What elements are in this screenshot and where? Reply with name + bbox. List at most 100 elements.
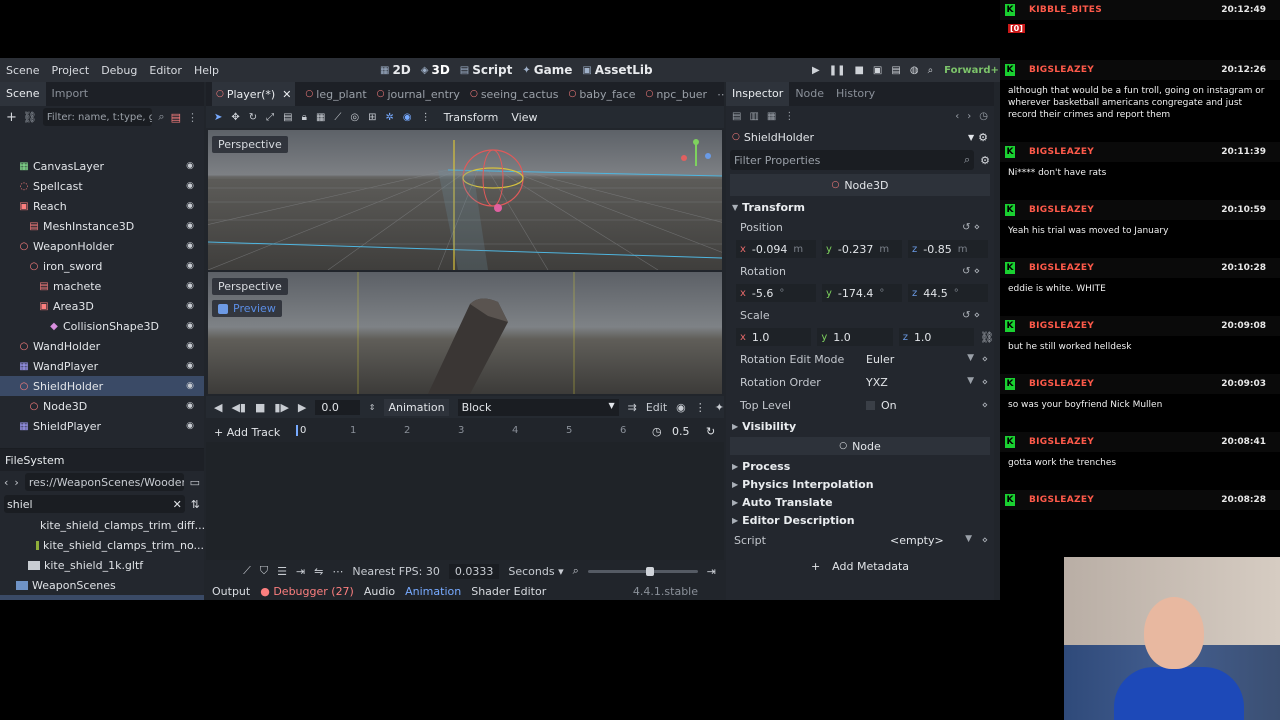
visibility-eye-icon[interactable]: ◉ [186,401,194,411]
tree-node[interactable]: ○ ShieldHolder ◉ [0,376,204,396]
ruler-icon[interactable]: ⟋ [334,112,341,123]
revert-icon[interactable]: ↺ ⋄ [962,310,980,321]
snap-mode-icon[interactable]: ⋯ [332,565,343,578]
viewport-3d-bottom[interactable]: Perspective Preview [208,272,722,394]
animation-dropdown[interactable]: Block ▼ [457,398,619,416]
back-icon[interactable]: ‹ [4,476,8,489]
script-dropdown[interactable]: <empty> ▼ [890,534,972,547]
tab-import[interactable]: Import [46,82,95,106]
new-resource-icon[interactable]: ▤ [732,111,741,122]
scene-tab[interactable]: ○ journal_entry [377,88,460,101]
tab-scene[interactable]: Scene [0,82,46,106]
snap-icon[interactable]: ⊞ [368,112,376,123]
menu-help[interactable]: Help [188,64,225,77]
position-y-field[interactable]: y -0.237 m [822,240,902,258]
scene-tab[interactable]: ○ baby_face [568,88,635,101]
filter-properties-input[interactable]: Filter Properties ⌕ [730,150,975,170]
inspector-menu-icon[interactable]: ⋮ [784,111,794,122]
viewport-top-perspective-label[interactable]: Perspective [212,136,288,153]
sun-icon[interactable]: ◉ [403,112,412,123]
position-x-field[interactable]: x -0.094 m [736,240,816,258]
pin-icon[interactable]: ✦ [715,401,724,414]
tree-node[interactable]: ▤ MeshInstance3D ◉ [0,216,204,236]
inspected-object[interactable]: ○ ShieldHolder ▼ ⚙ [726,126,994,148]
animation-edit-menu[interactable]: Edit [646,401,667,414]
add-node-icon[interactable]: + [6,110,17,125]
add-metadata-button[interactable]: + Add Metadata [805,556,915,576]
list-select-icon[interactable]: ▤ [283,112,292,123]
menu-scene[interactable]: Scene [0,64,46,77]
filesystem-path-input[interactable]: res://WeaponScenes/WoodenS [24,473,184,491]
visibility-eye-icon[interactable]: ◉ [186,181,194,191]
scene-tab[interactable]: ○ seeing_cactus [470,88,559,101]
tab-3d[interactable]: ◈ 3D [421,63,450,77]
select-tool-icon[interactable]: ➤ [214,112,222,123]
history-back-icon[interactable]: ‹ [955,111,959,122]
tab-inspector[interactable]: Inspector [726,82,790,106]
filesystem-item[interactable]: kite_shield_1k.gltf [0,555,204,575]
movie-icon[interactable]: ◍ [910,65,919,76]
position-z-field[interactable]: z -0.85 m [908,240,988,258]
close-tab-icon[interactable]: ✕ [282,88,291,101]
play-backwards-icon[interactable]: ◀▮ [231,401,246,414]
filesystem-item[interactable]: kite_shield_clamps_trim_no... [0,535,204,555]
stepper-icon[interactable]: ⇕ [369,403,376,412]
tab-list-icon[interactable]: ⋯ [717,88,724,101]
link-icon[interactable]: ⛓ [23,111,37,124]
local-space-icon[interactable]: ◎ [350,112,359,123]
tab-history[interactable]: History [830,82,881,106]
filesystem-search-input[interactable]: shiel ✕ [4,495,185,513]
rotation-edit-mode-dropdown[interactable]: Euler ▼ [866,353,974,366]
timeline-zoom-slider[interactable] [587,566,698,576]
visibility-eye-icon[interactable]: ◉ [186,241,194,251]
timeline-zoom-icon[interactable]: ◷ [652,425,662,438]
tree-node[interactable]: ◌ Spellcast ◉ [0,176,204,196]
menu-debug[interactable]: Debug [95,64,143,77]
fit-icon[interactable]: ⇥ [707,565,716,578]
play-scene-icon[interactable]: ▣ [873,65,882,76]
rotation-y-field[interactable]: y -174.4 ° [822,284,902,302]
environment-icon[interactable]: ⋮ [421,112,431,123]
section-auto-translate[interactable]: ▶ Auto Translate [726,493,994,511]
viewport-bottom-perspective-label[interactable]: Perspective [212,278,288,295]
view-menu[interactable]: View [511,111,537,124]
snap-mode-label[interactable]: Nearest FPS: 30 [352,565,439,578]
zoom-slider-knob[interactable] [645,566,654,576]
lock-icon[interactable]: 🔒︎ [302,112,307,123]
tree-node[interactable]: ▦ WandPlayer ◉ [0,356,204,376]
preview-checkbox[interactable] [218,303,228,314]
filesystem-item[interactable]: WoodenShield.tscn [0,595,204,600]
rotation-x-field[interactable]: x -5.6 ° [736,284,816,302]
tree-node[interactable]: ▦ CanvasLayer ◉ [0,156,204,176]
tree-node[interactable]: ○ WeaponHolder ◉ [0,236,204,256]
play-anim-icon[interactable]: ▶ [298,401,306,414]
object-history-icon[interactable]: ◷ [979,111,988,122]
tree-node[interactable]: ◆ CollisionShape3D ◉ [0,316,204,336]
menu-icon[interactable]: ⋮ [187,111,198,124]
sort-icon[interactable]: ⇅ [191,498,200,511]
tree-node[interactable]: ○ WandHolder ◉ [0,336,204,356]
tree-node[interactable]: ▣ Area3D ◉ [0,296,204,316]
script-attach-icon[interactable]: ▤ [171,111,181,124]
filter-options-icon[interactable]: ⚙ [980,154,990,167]
revert-icon[interactable]: ↺ ⋄ [962,266,980,277]
stop-icon[interactable]: ■ [854,65,863,76]
transform-menu[interactable]: Transform [444,111,499,124]
split-view-icon[interactable]: ▭ [190,476,200,489]
tab-script[interactable]: ▤ Script [460,63,513,77]
bezier-icon[interactable]: ⟋ [243,564,251,578]
visibility-eye-icon[interactable]: ◉ [186,281,194,291]
keyframe-icon[interactable]: ⋄ [982,400,988,411]
tab-assetlib[interactable]: ▣ AssetLib [582,63,652,77]
tree-node[interactable]: ○ iron_sword ◉ [0,256,204,276]
scene-filter-input[interactable]: Filter: name, t:type, g:gr [42,108,153,126]
add-track-button[interactable]: + Add Track [214,426,280,439]
visibility-eye-icon[interactable]: ◉ [186,161,194,171]
tab-node[interactable]: Node [789,82,830,106]
grid-icon[interactable]: ✲ [386,112,394,123]
menu-editor[interactable]: Editor [143,64,188,77]
menu-project[interactable]: Project [46,64,96,77]
rotation-z-field[interactable]: z 44.5 ° [908,284,988,302]
visibility-eye-icon[interactable]: ◉ [186,341,194,351]
open-resource-icon[interactable]: ▥ [749,111,758,122]
